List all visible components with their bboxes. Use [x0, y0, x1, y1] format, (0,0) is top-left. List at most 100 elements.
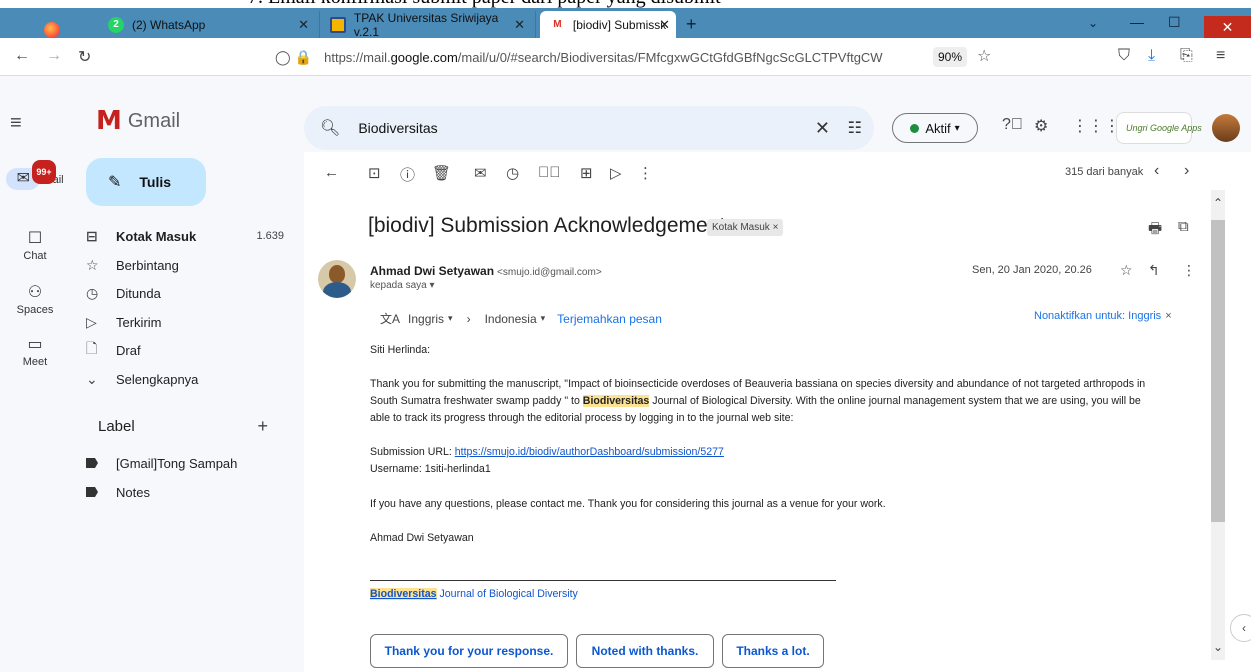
target-language[interactable]: Indonesia: [485, 312, 537, 326]
scroll-up-icon[interactable]: ⌃: [1213, 196, 1223, 210]
add-label-icon[interactable]: +: [257, 416, 268, 437]
firefox-icon[interactable]: [44, 22, 60, 38]
account-avatar[interactable]: [1212, 114, 1240, 142]
star-icon: ☆: [86, 256, 99, 273]
report-spam-icon[interactable]: ⓘ: [400, 164, 415, 185]
sidebar-label-trash[interactable]: [Gmail]Tong Sampah: [86, 448, 296, 478]
sidebar-item-drafts[interactable]: 🗋 Draf: [86, 335, 296, 365]
greeting: Siti Herlinda:: [370, 344, 431, 356]
back-to-list-icon[interactable]: ←: [324, 164, 339, 181]
apps-grid-icon[interactable]: ⋮⋮⋮: [1072, 116, 1120, 136]
smart-reply-button[interactable]: Thanks a lot.: [722, 634, 824, 668]
search-input[interactable]: Biodiversitas: [358, 120, 437, 136]
sidebar-item-more[interactable]: ⌄ Selengkapnya: [86, 364, 296, 394]
chevron-left-icon[interactable]: ‹: [1154, 162, 1159, 180]
back-icon[interactable]: ←: [14, 47, 30, 65]
star-icon[interactable]: ☆: [1120, 262, 1133, 279]
pencil-icon: ✎: [108, 174, 122, 191]
delete-icon[interactable]: 🗑︎: [432, 164, 451, 182]
sender-avatar[interactable]: [318, 260, 356, 298]
translate-message-link[interactable]: Terjemahkan pesan: [557, 312, 662, 326]
tab-gmail[interactable]: M [biodiv] Submission Acknowled ✕: [540, 11, 676, 38]
rail-item-mail[interactable]: ✉99+ Mail: [0, 160, 70, 192]
sidebar-item-label: Selengkapnya: [116, 371, 199, 387]
sender-name: Ahmad Dwi Setyawan: [370, 264, 495, 278]
side-panel-toggle-icon[interactable]: ‹: [1230, 614, 1251, 642]
close-tab-icon[interactable]: ✕: [514, 17, 525, 33]
rail-item-chat[interactable]: ☐ Chat: [0, 228, 70, 262]
move-to-icon[interactable]: ⊞: [580, 164, 593, 182]
mark-unread-icon[interactable]: ✉: [474, 164, 487, 182]
download-icon[interactable]: ⤓: [1148, 47, 1155, 65]
close-tab-icon[interactable]: ✕: [659, 17, 670, 33]
scrollbar[interactable]: [1211, 190, 1225, 660]
scroll-down-icon[interactable]: ⌄: [1213, 640, 1223, 654]
tab-tpak[interactable]: TPAK Universitas Sriwijaya v.2.1 ✕: [320, 11, 536, 39]
address-bar[interactable]: ◯🔒 https://mail. google.com/mail/u/0/#sea…: [275, 44, 1015, 70]
compose-button[interactable]: ✎ Tulis: [86, 158, 206, 206]
snooze-icon[interactable]: ◷: [506, 164, 519, 182]
journal-link[interactable]: Journal of Biological Diversity: [437, 588, 577, 600]
sidebar-label-notes[interactable]: Notes: [86, 477, 296, 507]
rail-item-spaces[interactable]: ⚇ Spaces: [0, 282, 70, 316]
bookmark-star-icon[interactable]: ☆: [977, 46, 991, 66]
close-window-icon[interactable]: ✕: [1204, 16, 1251, 38]
source-language[interactable]: Inggris: [408, 312, 444, 326]
main-menu-icon[interactable]: ≡: [10, 112, 22, 135]
sidebar-item-snoozed[interactable]: ◷ Ditunda: [86, 278, 296, 308]
journal-link-highlighted[interactable]: Biodiversitas: [370, 588, 437, 600]
unread-badge: 99+: [32, 160, 56, 184]
sidebar-item-sent[interactable]: ▷ Terkirim: [86, 307, 296, 337]
extensions-icon[interactable]: ⎘: [1180, 47, 1193, 65]
reply-icon[interactable]: ↰: [1148, 262, 1160, 279]
minimize-icon[interactable]: —: [1130, 14, 1144, 30]
zoom-level[interactable]: 90%: [933, 47, 967, 67]
more-options-icon[interactable]: ⋮: [638, 164, 653, 182]
sidebar-item-label: [Gmail]Tong Sampah: [116, 455, 238, 471]
pocket-icon[interactable]: ⛉: [1118, 47, 1130, 65]
submission-url-link[interactable]: https://smujo.id/biodiv/authorDashboard/…: [455, 446, 724, 458]
archive-icon[interactable]: ⊡: [368, 164, 381, 182]
translate-bar: 文A Inggris ▾ › Indonesia ▾ Terjemahkan p…: [380, 310, 662, 327]
reload-icon[interactable]: ↻: [78, 47, 91, 67]
search-options-icon[interactable]: ☷: [848, 118, 862, 138]
new-tab-icon[interactable]: +: [686, 14, 697, 35]
clear-search-icon[interactable]: ✕: [815, 118, 830, 139]
inbox-label-chip[interactable]: Kotak Masuk ×: [707, 219, 784, 236]
status-dropdown[interactable]: Aktif ▾: [892, 113, 978, 143]
label-icon: [86, 484, 116, 500]
add-task-icon[interactable]: ✓⃝: [538, 164, 561, 181]
search-bar[interactable]: 🔍︎ Biodiversitas ✕ ☷: [304, 106, 874, 150]
forward-icon[interactable]: →: [46, 47, 62, 65]
smart-reply-button[interactable]: Noted with thanks.: [576, 634, 714, 668]
gear-icon[interactable]: ⚙: [1034, 116, 1048, 136]
maximize-icon[interactable]: ☐: [1168, 14, 1181, 31]
help-icon[interactable]: ?⃝: [1002, 116, 1023, 134]
gmail-logo[interactable]: M Gmail: [96, 106, 180, 136]
organization-logo[interactable]: Ungri Google Apps: [1116, 112, 1202, 144]
disable-translate[interactable]: Nonaktifkan untuk: Inggris ×: [1034, 310, 1172, 322]
chevron-right-icon[interactable]: ›: [1184, 162, 1189, 180]
chevron-down-icon[interactable]: ⌄: [1088, 16, 1098, 30]
journal-footer[interactable]: Biodiversitas Journal of Biological Dive…: [370, 586, 1150, 603]
tab-whatsapp[interactable]: 2 (2) WhatsApp ✕: [98, 11, 320, 38]
disable-translate-label[interactable]: Nonaktifkan untuk: Inggris: [1034, 310, 1161, 322]
scrollbar-thumb[interactable]: [1211, 220, 1225, 522]
close-icon[interactable]: ×: [1165, 310, 1171, 322]
sidebar-item-starred[interactable]: ☆ Berbintang: [86, 250, 296, 280]
browser-tab-bar: 2 (2) WhatsApp ✕ TPAK Universitas Sriwij…: [0, 8, 1251, 39]
label-as-icon[interactable]: ▷: [610, 164, 622, 182]
sidebar-item-inbox[interactable]: ⊟ Kotak Masuk 1.639: [86, 221, 296, 251]
rail-item-meet[interactable]: ▭ Meet: [0, 334, 70, 368]
send-icon: ▷: [86, 313, 97, 330]
print-icon[interactable]: 🖶: [1148, 218, 1162, 243]
more-vert-icon[interactable]: ⋮: [1182, 262, 1196, 279]
close-tab-icon[interactable]: ✕: [298, 17, 309, 33]
open-new-window-icon[interactable]: ⧉: [1178, 218, 1189, 235]
search-icon[interactable]: 🔍︎: [320, 118, 340, 138]
document-caption: 7. Email konfirmasi submit paper dari pa…: [0, 0, 1251, 8]
smart-reply-button[interactable]: Thank you for your response.: [370, 634, 568, 668]
recipient-details[interactable]: kepada saya ▾: [370, 280, 435, 291]
app-menu-icon[interactable]: ≡: [1216, 47, 1225, 65]
shield-lock-icon: ◯🔒: [275, 48, 317, 65]
